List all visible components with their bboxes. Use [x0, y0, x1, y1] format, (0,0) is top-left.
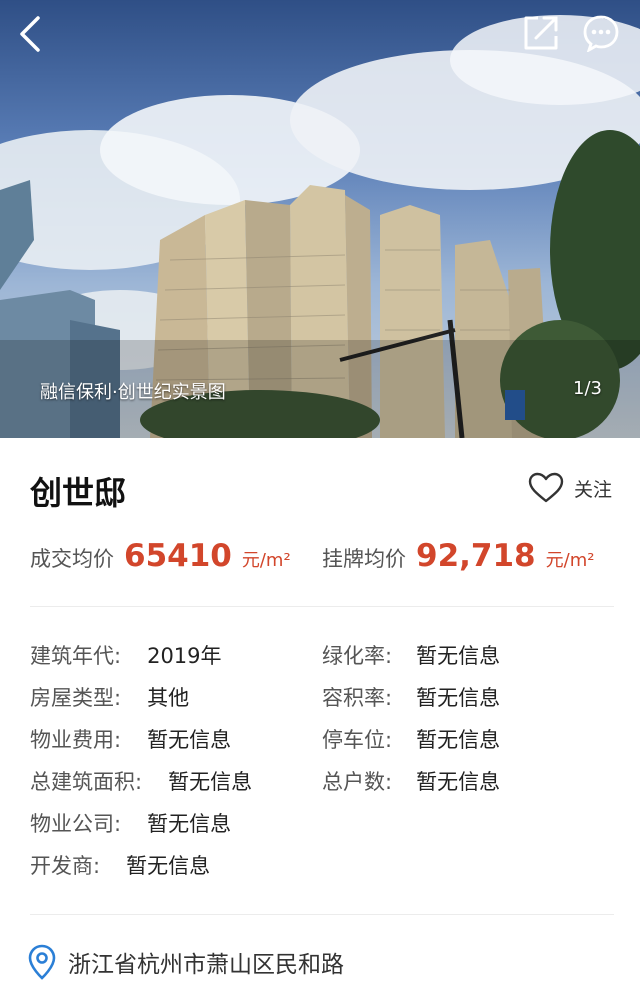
- title-row: 创世邸 关注: [0, 438, 640, 538]
- back-arrow-icon: [20, 16, 40, 52]
- list-price-label: 挂牌均价: [322, 547, 406, 571]
- info-developer: 开发商: 暂无信息: [30, 850, 210, 880]
- info-total-area: 总建筑面积: 暂无信息: [30, 766, 252, 796]
- divider: [30, 606, 614, 607]
- info-value: 暂无信息: [416, 644, 501, 668]
- hero-photo[interactable]: 融信保利·创世纪实景图 1/3: [0, 0, 640, 438]
- back-button[interactable]: [14, 14, 50, 54]
- info-property-company: 物业公司: 暂无信息: [30, 808, 231, 838]
- info-label: 房屋类型:: [30, 686, 122, 710]
- follow-button[interactable]: 关注: [528, 468, 612, 508]
- share-button[interactable]: [522, 14, 560, 52]
- info-build-year: 建筑年代: 2019年: [30, 640, 222, 670]
- top-toolbar: [0, 0, 640, 70]
- info-households: 总户数: 暂无信息: [322, 766, 500, 796]
- info-label: 开发商:: [30, 854, 101, 878]
- info-label: 绿化率:: [322, 644, 393, 668]
- community-name: 创世邸: [30, 474, 127, 512]
- photo-counter: 1/3: [573, 378, 602, 399]
- info-house-type: 房屋类型: 其他: [30, 682, 189, 712]
- info-value: 其他: [147, 686, 190, 710]
- deal-price-value: 65410: [124, 538, 232, 574]
- info-label: 总户数:: [322, 770, 393, 794]
- info-label: 容积率:: [322, 686, 393, 710]
- divider: [30, 914, 614, 915]
- info-parking: 停车位: 暂无信息: [322, 724, 500, 754]
- info-green-rate: 绿化率: 暂无信息: [322, 640, 500, 670]
- deal-price-label: 成交均价: [30, 547, 114, 571]
- info-value: 暂无信息: [147, 812, 232, 836]
- list-price-value: 92,718: [416, 538, 536, 574]
- list-price-unit: 元/m²: [545, 550, 595, 571]
- photo-caption: 融信保利·创世纪实景图: [40, 382, 226, 403]
- info-label: 建筑年代:: [30, 644, 122, 668]
- info-value: 暂无信息: [168, 770, 253, 794]
- info-floor-area-ratio: 容积率: 暂无信息: [322, 682, 500, 712]
- address-row[interactable]: 浙江省杭州市萧山区民和路: [28, 944, 344, 980]
- deal-price: 成交均价 65410 元/m²: [30, 538, 291, 574]
- price-row: 成交均价 65410 元/m² 挂牌均价 92,718 元/m²: [0, 538, 640, 608]
- info-value: 2019年: [147, 644, 222, 668]
- more-button[interactable]: [582, 14, 620, 54]
- follow-label: 关注: [574, 478, 613, 501]
- info-label: 物业费用:: [30, 728, 122, 752]
- info-property-fee: 物业费用: 暂无信息: [30, 724, 231, 754]
- list-price: 挂牌均价 92,718 元/m²: [322, 538, 594, 574]
- info-label: 物业公司:: [30, 812, 122, 836]
- deal-price-unit: 元/m²: [241, 550, 291, 571]
- more-chat-icon: [583, 15, 619, 54]
- share-external-icon: [524, 16, 558, 50]
- info-label: 总建筑面积:: [30, 770, 143, 794]
- info-value: 暂无信息: [147, 728, 232, 752]
- location-pin-icon: [28, 944, 56, 980]
- info-value: 暂无信息: [416, 686, 501, 710]
- info-value: 暂无信息: [126, 854, 211, 878]
- info-label: 停车位:: [322, 728, 393, 752]
- heart-icon: [528, 472, 564, 503]
- info-value: 暂无信息: [416, 728, 501, 752]
- address-text: 浙江省杭州市萧山区民和路: [68, 952, 344, 978]
- info-value: 暂无信息: [416, 770, 501, 794]
